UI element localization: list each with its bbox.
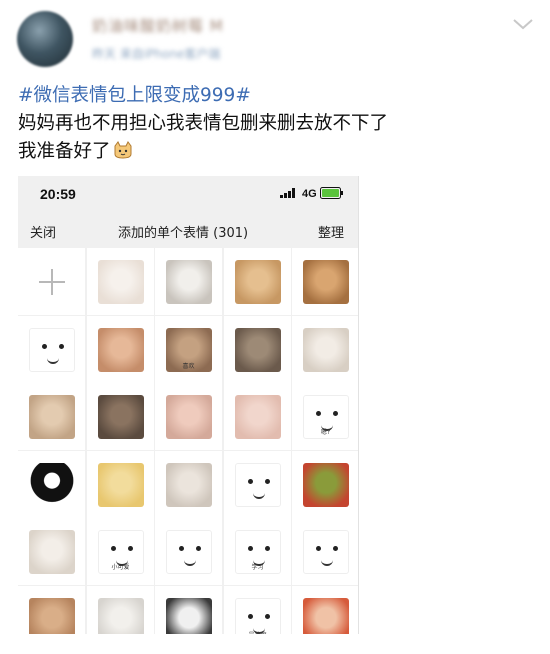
sticker-cell-baby-face[interactable] — [155, 383, 222, 450]
sticker-image — [28, 462, 75, 507]
sticker-cell-kids-photo[interactable] — [224, 316, 291, 383]
sticker-caption: 最美嘛 — [236, 630, 280, 635]
sticker-cell-cartoon-scream[interactable] — [18, 316, 85, 383]
sticker-image — [165, 259, 212, 304]
sticker-image — [234, 462, 281, 507]
sticker-cell-white-puppy[interactable] — [87, 248, 154, 315]
close-button[interactable]: 关闭 — [30, 222, 56, 241]
sticker-image — [97, 597, 144, 634]
network-label: 4G — [302, 188, 317, 200]
hashtag-link[interactable]: #微信表情包上限变成999# — [18, 85, 251, 106]
sticker-image — [302, 529, 349, 574]
sticker-image — [28, 597, 75, 634]
sticker-face-eyes — [247, 478, 270, 485]
sticker-face-eyes — [315, 410, 338, 417]
sticker-cell-man-photo[interactable] — [87, 383, 154, 450]
username[interactable]: 奶油味酸奶树莓 M — [92, 15, 224, 36]
cat-emoji-icon — [114, 141, 132, 159]
sticker-cell-white-dog-bottom[interactable] — [87, 586, 154, 634]
nav-title: 添加的单个表情 (301) — [118, 226, 249, 241]
sticker-cell-panda-meme[interactable]: 学习 — [224, 518, 291, 585]
sticker-cell-shiba-inu[interactable] — [224, 248, 291, 315]
post-line-1: 妈妈再也不用担心我表情包删来删去放不下了 — [18, 113, 389, 134]
phone-screenshot: 20:59 4G 关闭 添加的单个表情 (301) 整理 喜欢嗯? 小可爱 学习最美… — [18, 176, 359, 634]
sticker-image — [28, 529, 75, 574]
sticker-face-mouth — [252, 491, 265, 499]
sticker-cell-doge-sketch[interactable] — [87, 451, 154, 518]
sticker-image: 小可爱 — [97, 529, 144, 574]
status-bar: 20:59 4G — [18, 176, 358, 214]
sticker-image: 学习 — [234, 529, 281, 574]
sticker-face-eyes — [247, 545, 270, 552]
sticker-cell-pepe-frog[interactable] — [292, 451, 358, 518]
sticker-caption: 嗯? — [320, 428, 331, 436]
sticker-cell-cat-bottom-1[interactable] — [18, 586, 85, 634]
battery-icon — [320, 187, 343, 199]
sticker-image: 喜欢 — [165, 327, 212, 372]
sticker-image — [165, 597, 212, 634]
sticker-cell-polar-bear[interactable] — [155, 248, 222, 315]
sticker-cell-meme-face-small[interactable] — [292, 518, 358, 585]
sticker-cell-meme-face-question[interactable]: 嗯? — [292, 383, 358, 450]
sticker-cell-orange-cat[interactable] — [292, 248, 358, 315]
sticker-cell-doodle-face[interactable] — [224, 451, 291, 518]
sticker-image — [165, 529, 212, 574]
sticker-cell-add-sticker[interactable] — [18, 248, 85, 315]
sticker-image — [97, 394, 144, 439]
sticker-cell-tabby-cat[interactable]: 喜欢 — [155, 316, 222, 383]
sticker-cell-panda-photo[interactable] — [155, 586, 222, 634]
sticker-cell-red-meme-bottom[interactable] — [292, 586, 358, 634]
sticker-caption: 喜欢 — [182, 362, 195, 370]
sticker-image — [234, 259, 281, 304]
avatar[interactable] — [17, 11, 73, 67]
sticker-cell-bunny-doodle[interactable]: 小可爱 — [87, 518, 154, 585]
sticker-image — [302, 597, 349, 634]
sticker-image — [165, 462, 212, 507]
sticker-image — [97, 259, 144, 304]
sticker-cell-baby-closeup[interactable] — [224, 383, 291, 450]
sticker-cell-panda-silhouette[interactable] — [18, 451, 85, 518]
sticker-cell-kitten[interactable] — [18, 383, 85, 450]
sticker-face-mouth — [46, 356, 59, 364]
sticker-image — [234, 327, 281, 372]
sticker-face-eyes — [110, 545, 133, 552]
chevron-down-icon[interactable] — [512, 16, 534, 32]
sticker-cell-meme-bottom[interactable]: 最美嘛 — [224, 586, 291, 634]
sticker-face-mouth — [183, 558, 196, 566]
sticker-face-eyes — [178, 545, 201, 552]
organize-button[interactable]: 整理 — [318, 222, 344, 241]
post-meta: 昨天 来自iPhone客户端 — [92, 47, 221, 61]
sticker-image — [28, 327, 75, 372]
sticker-image — [234, 394, 281, 439]
nav-bar: 关闭 添加的单个表情 (301) 整理 — [18, 214, 358, 248]
sticker-caption: 学习 — [251, 563, 264, 571]
signal-icon — [280, 188, 295, 198]
sticker-image — [28, 394, 75, 439]
sticker-image — [302, 462, 349, 507]
sticker-cell-white-cat[interactable] — [292, 316, 358, 383]
sticker-cell-fluffy-dog[interactable] — [18, 518, 85, 585]
sticker-caption: 小可爱 — [111, 563, 130, 571]
sticker-image: 最美嘛 — [234, 597, 281, 635]
sticker-image — [302, 259, 349, 304]
post-line-2: 我准备好了 — [18, 141, 111, 162]
sticker-image — [97, 327, 144, 372]
sticker-image — [97, 462, 144, 507]
post-header: 奶油味酸奶树莓 M 昨天 来自iPhone客户端 — [0, 0, 550, 78]
sticker-image — [302, 327, 349, 372]
sticker-face-mouth — [320, 558, 333, 566]
sticker-face-eyes — [315, 545, 338, 552]
sticker-image — [165, 394, 212, 439]
sticker-image: 嗯? — [302, 394, 349, 439]
status-time: 20:59 — [40, 186, 76, 202]
sticker-face-eyes — [41, 343, 64, 350]
sticker-cell-cat-closeup[interactable] — [155, 451, 222, 518]
sticker-cell-chubby-cat[interactable] — [87, 316, 154, 383]
plus-icon — [38, 268, 65, 295]
sticker-face-eyes — [247, 613, 270, 620]
post-text: #微信表情包上限变成999# 妈妈再也不用担心我表情包删来删去放不下了 我准备好… — [18, 82, 538, 166]
sticker-cell-meme-man-cup[interactable] — [155, 518, 222, 585]
